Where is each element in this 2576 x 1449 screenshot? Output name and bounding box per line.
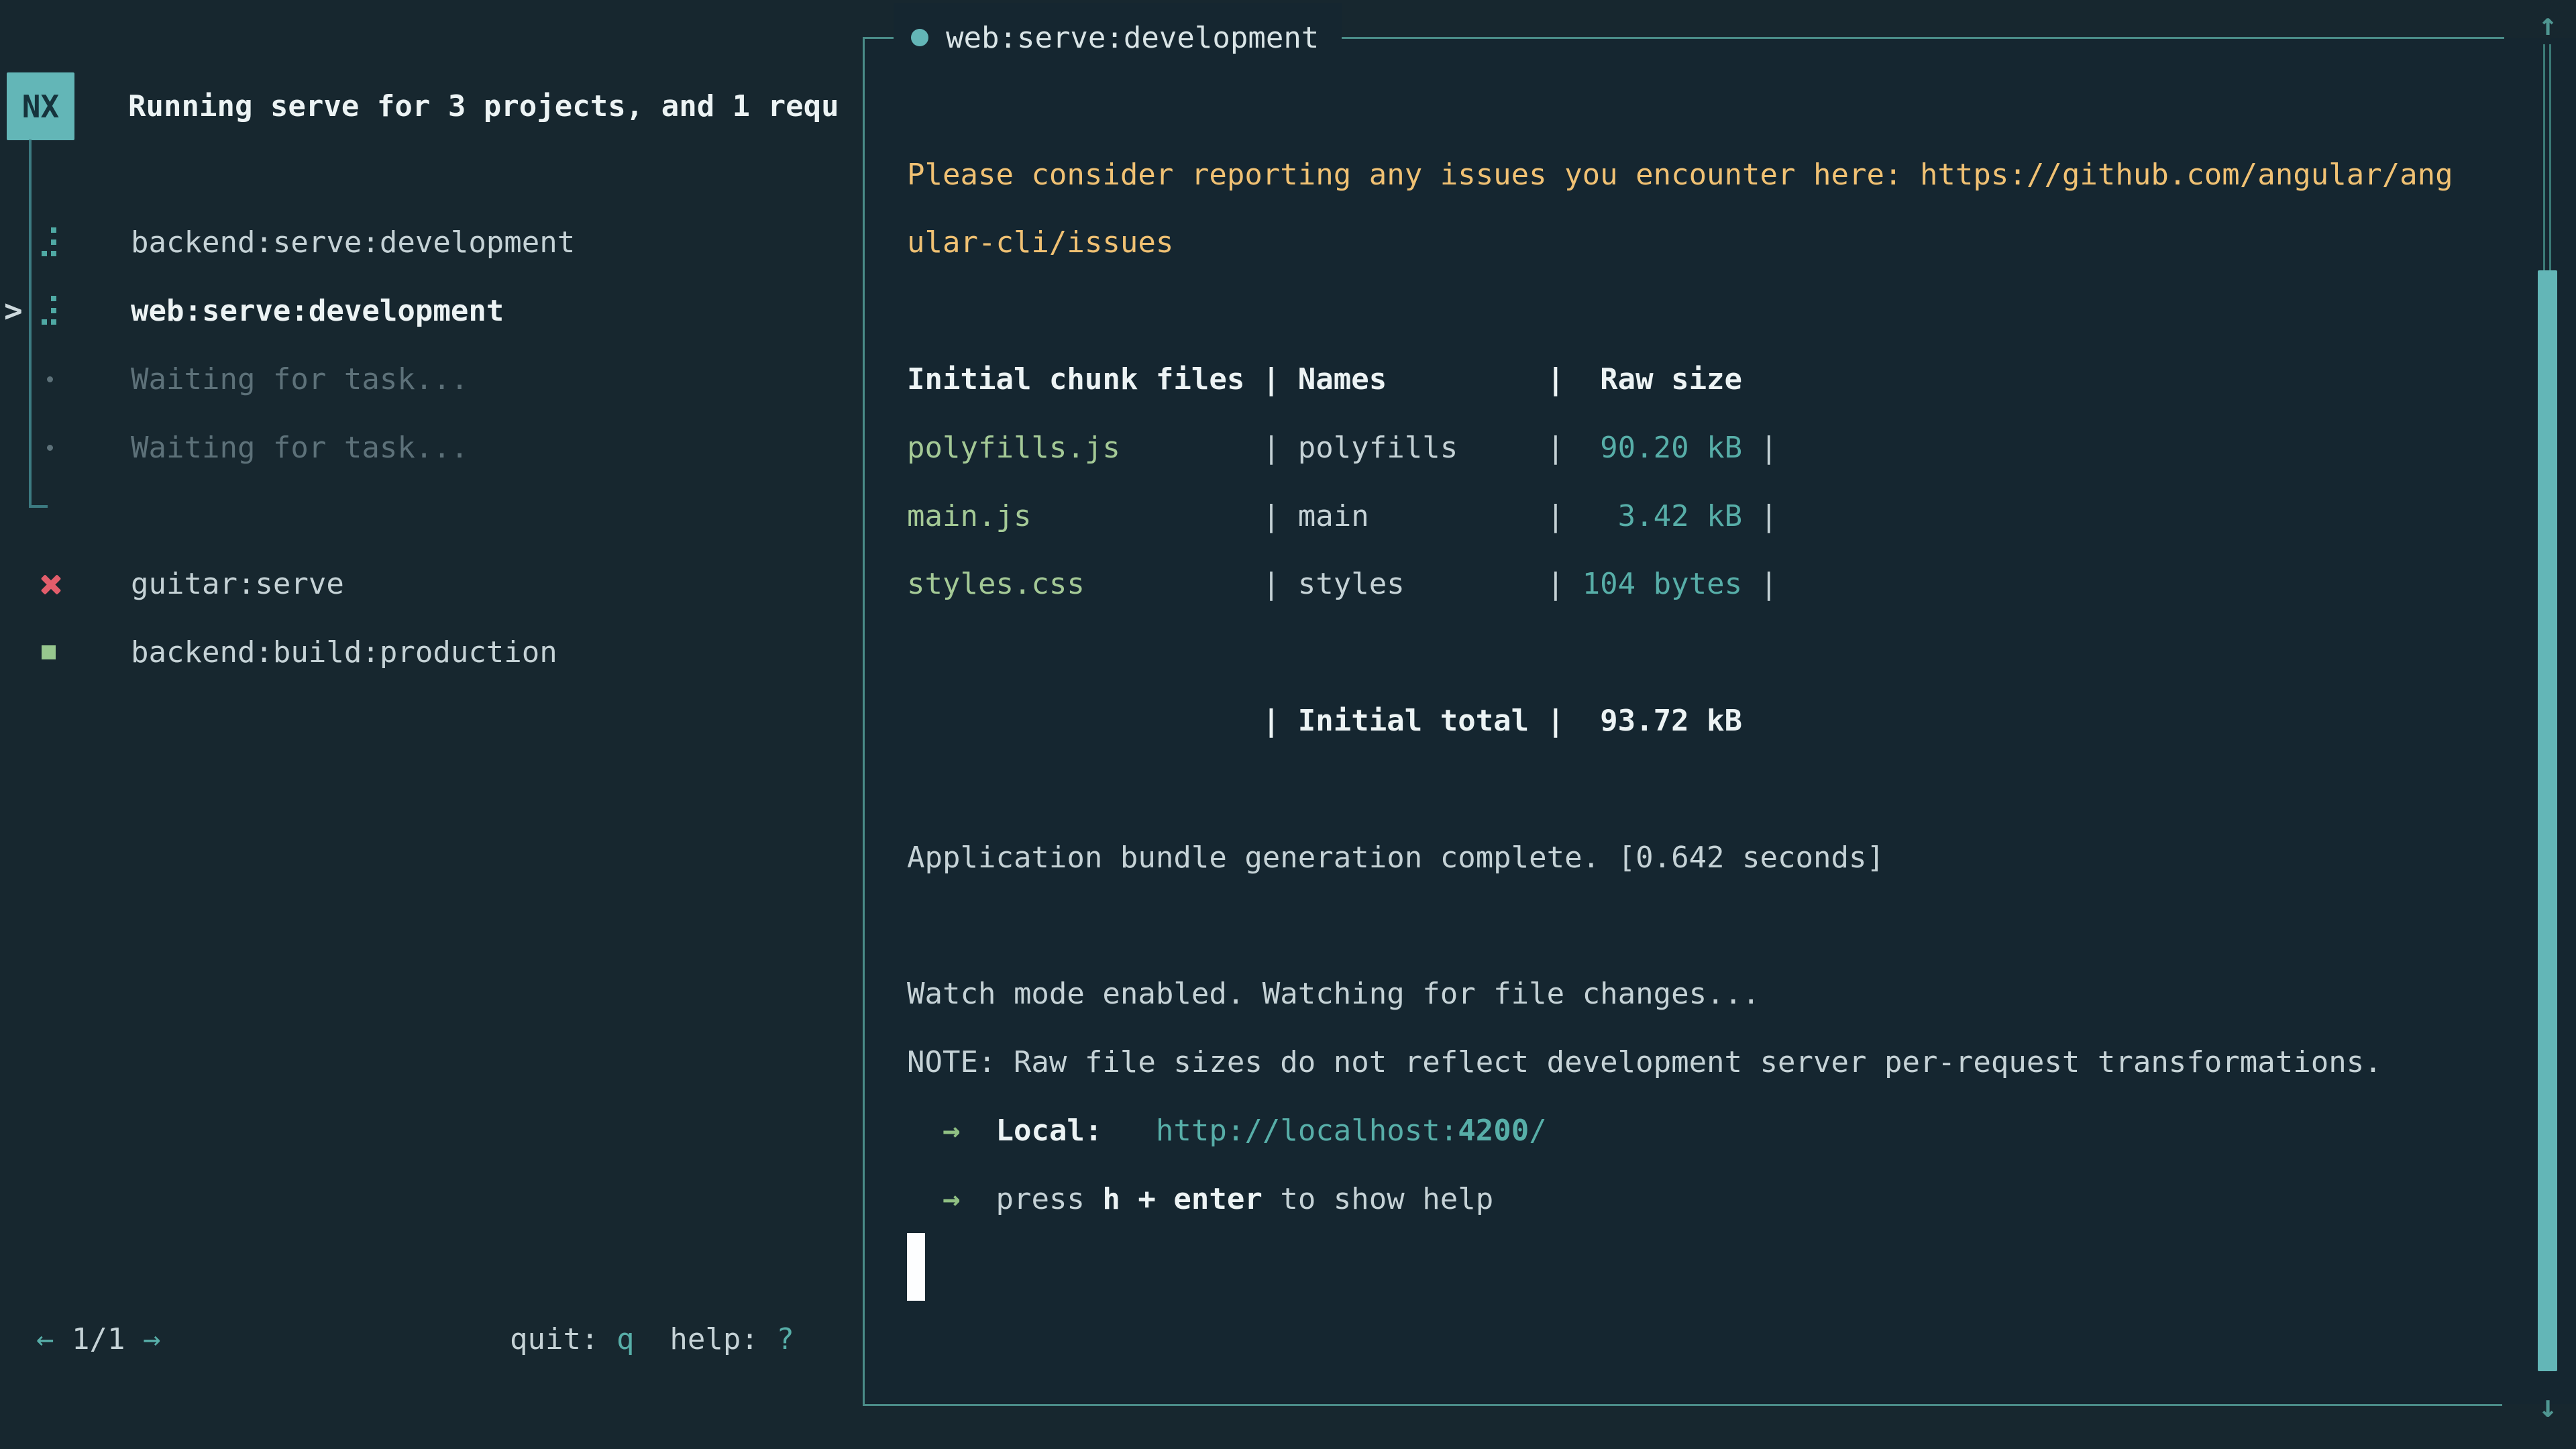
indent [907, 1182, 943, 1216]
task-label: backend:build:production [131, 635, 557, 669]
note-line: NOTE: Raw file sizes do not reflect deve… [907, 1028, 2382, 1096]
chunk-name: | polyfills | [1120, 431, 1600, 465]
panel-title: web:serve:development [894, 3, 1342, 72]
task-row-web-serve[interactable]: web:serve:development [0, 276, 863, 345]
local-url-port[interactable]: 4200 [1458, 1114, 1529, 1148]
chunk-name: | main | [1031, 499, 1617, 533]
initial-total-row: | Initial total | 93.72 kB [907, 686, 1742, 755]
chunk-table-row: polyfills.js | polyfills | 90.20 kB | [907, 413, 1778, 482]
chunk-size: 90.20 kB [1600, 431, 1742, 465]
chunk-file: main.js [907, 499, 1031, 533]
scrollbar-track[interactable] [2543, 44, 2551, 270]
scroll-up-arrow-icon[interactable]: ↑ [2528, 0, 2568, 48]
help-key: ? [776, 1322, 794, 1356]
pagination: ← 1/1 → [36, 1305, 160, 1373]
spinner-icon [42, 227, 56, 257]
chunk-table-row: main.js | main | 3.42 kB | [907, 482, 1778, 550]
issues-notice-line1: Please consider reporting any issues you… [907, 140, 2453, 209]
task-row-backend-build[interactable]: backend:build:production [0, 618, 863, 686]
task-row-guitar-serve[interactable]: guitar:serve [0, 549, 863, 618]
waiting-dot-icon [47, 376, 53, 382]
panel-border-left [863, 37, 865, 1406]
prompt-arrow-icon: → [943, 1114, 961, 1148]
terminal-cursor-line [907, 1232, 925, 1301]
panel-border-bottom [863, 1404, 2502, 1406]
success-square-icon [42, 645, 56, 659]
spinner-icon [42, 296, 56, 325]
quit-key: q [616, 1322, 635, 1356]
issues-notice-line2: ular-cli/issues [907, 208, 1173, 276]
tree-guide-corner [29, 505, 48, 508]
nx-logo-text: NX [22, 89, 59, 125]
running-status-dot-icon [911, 29, 928, 46]
local-url[interactable]: http://localhost: [1156, 1114, 1458, 1148]
page-indicator: 1/1 [54, 1322, 143, 1356]
press-text-suffix: to show help [1263, 1182, 1493, 1216]
task-label: backend:serve:development [131, 225, 575, 260]
local-url-line: → Local: http://localhost: 4200 / [907, 1096, 1547, 1165]
local-url-slash[interactable]: / [1529, 1114, 1547, 1148]
scrollbar-thumb[interactable] [2538, 270, 2557, 1371]
chunk-size: 104 bytes [1582, 567, 1742, 601]
gap [960, 1182, 996, 1216]
help-hint-line: → press h + enter to show help [907, 1165, 1493, 1233]
prompt-arrow-icon: → [943, 1182, 961, 1216]
task-row-waiting-2[interactable]: Waiting for task... [0, 413, 863, 482]
nx-tui-screen: NX Running serve for 3 projects, and 1 r… [0, 0, 2576, 1449]
task-label: Waiting for task... [131, 431, 468, 465]
sidebar-title: Running serve for 3 projects, and 1 requ [128, 72, 991, 140]
quit-label: quit: [510, 1322, 616, 1356]
nx-logo: NX [7, 72, 74, 140]
page-next-arrow-icon[interactable]: → [143, 1322, 161, 1356]
indent [907, 1114, 943, 1148]
gap [960, 1114, 996, 1148]
chunk-name: | styles | [1085, 567, 1582, 601]
terminal-cursor [907, 1233, 925, 1301]
failed-x-icon [40, 574, 62, 595]
chunk-table-header: Initial chunk files | Names | Raw size [907, 345, 1742, 413]
chunk-file: polyfills.js [907, 431, 1120, 465]
waiting-dot-icon [47, 445, 53, 451]
chunk-file: styles.css [907, 567, 1085, 601]
keyboard-shortcuts: quit: q help: ? [510, 1305, 794, 1373]
task-label: Waiting for task... [131, 362, 468, 396]
chunk-row-tail: | [1742, 567, 1778, 601]
task-label: guitar:serve [131, 567, 344, 601]
press-text: press [996, 1182, 1102, 1216]
chunk-row-tail: | [1742, 499, 1778, 533]
chunk-table-row: styles.css | styles | 104 bytes | [907, 549, 1778, 618]
task-row-backend-serve[interactable]: backend:serve:development [0, 208, 863, 276]
press-keys: h + enter [1102, 1182, 1262, 1216]
panel-title-text: web:serve:development [946, 21, 1319, 55]
bundle-complete-line: Application bundle generation complete. … [907, 823, 1884, 892]
help-label: help: [634, 1322, 776, 1356]
gap [1102, 1114, 1155, 1148]
chunk-row-tail: | [1742, 431, 1778, 465]
scroll-down-arrow-icon[interactable]: ↓ [2528, 1382, 2568, 1430]
chunk-size: 3.42 kB [1618, 499, 1742, 533]
watch-mode-line: Watch mode enabled. Watching for file ch… [907, 959, 1760, 1028]
task-row-waiting-1[interactable]: Waiting for task... [0, 345, 863, 413]
local-label: Local: [996, 1114, 1102, 1148]
task-label: web:serve:development [131, 294, 504, 328]
page-prev-arrow-icon[interactable]: ← [36, 1322, 54, 1356]
